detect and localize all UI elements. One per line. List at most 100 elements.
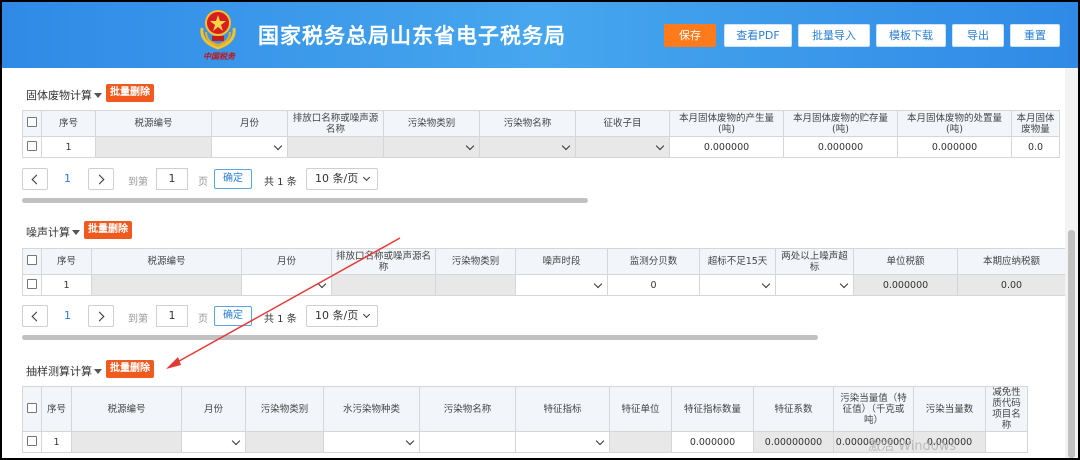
noise-period-select[interactable] [515,274,608,296]
noise-source-cell [331,274,436,296]
col-header: 月份 [241,248,332,275]
chevron-down-icon [273,141,283,151]
col-header: 污染物名称 [419,386,516,432]
row-checkbox[interactable] [22,136,42,158]
page-unit-label: 页 [198,177,208,188]
noise-table: 序号 税源编号 月份 排放口名称或噪声源名称 污染物类别 噪声时段 监测分贝数 … [22,248,1066,296]
pollutant-category-cell [245,431,324,453]
prev-page-button[interactable] [22,168,48,190]
current-page[interactable]: 1 [64,172,71,185]
goto-page-input[interactable]: 1 [156,305,188,327]
section-title-text: 抽样测算计算 [26,365,92,378]
col-header: 污染物类别 [383,110,480,137]
pollutant-category-select[interactable] [383,136,480,158]
site-title: 国家税务总局山东省电子税务局 [258,24,566,48]
checkbox[interactable] [27,435,37,446]
section-title[interactable]: 固体废物计算 [26,87,102,103]
dispose-amount-input[interactable]: 0.000000 [897,136,1012,158]
relief-code-cell[interactable] [985,431,1028,453]
col-header: 水污染物种类 [323,386,420,432]
batch-import-button[interactable]: 批量导入 [798,24,870,47]
section-title[interactable]: 噪声计算 [26,224,80,240]
checkbox[interactable] [27,117,37,127]
chevron-right-icon [94,174,105,185]
horizontal-scrollbar[interactable] [22,335,818,340]
export-button[interactable]: 导出 [952,24,1004,47]
feature-indicator-select[interactable] [515,431,610,453]
select-all-checkbox[interactable] [22,386,42,432]
chevron-down-icon [362,173,371,182]
checkbox[interactable] [27,402,37,413]
chevron-down-icon [362,310,371,319]
noise-section-header: 噪声计算 批量删除 [2,217,1056,243]
month-select[interactable] [241,274,332,296]
page-size-select[interactable]: 10 条/页 [306,305,378,327]
col-header: 序号 [41,386,72,432]
month-select[interactable] [211,136,288,158]
chevron-down-icon [561,141,571,151]
col-header: 本期应纳税额 [957,248,1066,275]
checkbox[interactable] [27,278,37,289]
store-amount-input[interactable]: 0.000000 [783,136,898,158]
tax-source-cell [91,274,242,296]
goto-page-input[interactable]: 1 [156,168,188,190]
batch-delete-button[interactable]: 批量删除 [84,221,132,239]
col-header: 特征单位 [609,386,672,432]
produce-amount-input[interactable]: 0.000000 [669,136,784,158]
checkbox[interactable] [27,255,37,265]
next-page-button[interactable] [88,305,114,327]
chevron-down-icon [839,279,849,289]
solid-waste-table: 序号 税源编号 月份 排放口名称或噪声源名称 污染物类别 污染物名称 征收子目 … [22,110,1060,158]
col-header: 特征指标 [515,386,610,432]
levy-item-select[interactable] [575,136,670,158]
save-button[interactable]: 保存 [664,24,716,47]
horizontal-scrollbar[interactable] [22,198,588,203]
chevron-down-icon [595,436,605,446]
current-page[interactable]: 1 [64,309,71,322]
chevron-down-icon [317,279,327,289]
tax-emblem-icon [200,10,236,50]
exceed-days-select[interactable] [699,274,776,296]
pollutant-name-select[interactable] [479,136,576,158]
total-count: 共 1 条 [264,314,297,325]
select-all-checkbox[interactable] [22,248,42,275]
vertical-scrollbar-thumb[interactable] [1068,230,1075,458]
decibel-input[interactable]: 0 [607,274,700,296]
caret-down-icon [72,230,80,235]
prev-page-button[interactable] [22,305,48,327]
confirm-button[interactable]: 确定 [214,169,252,189]
row-index: 1 [41,431,72,453]
col-header: 两处以上噪声超标 [775,248,854,275]
col-header: 污染当量数 [913,386,986,432]
col-header: 排放口名称或噪声源名称 [331,248,436,275]
row-checkbox[interactable] [22,274,42,296]
col-header: 本月固体废物的贮存量(吨) [783,110,898,137]
col-header: 特征指标数量 [671,386,754,432]
batch-delete-button[interactable]: 批量删除 [106,84,154,102]
water-pollutant-select[interactable] [323,431,420,453]
row-checkbox[interactable] [22,431,42,453]
multi-exceed-select[interactable] [775,274,854,296]
caret-down-icon [94,369,102,374]
pagination: 1 到第 1 页 确定 共 1 条 10 条/页 [22,305,402,327]
col-header: 月份 [181,386,246,432]
batch-delete-button[interactable]: 批量删除 [106,360,154,378]
feature-quantity-input[interactable]: 0.000000 [671,431,754,453]
pollutant-name-cell[interactable] [419,431,516,453]
template-download-button[interactable]: 模板下载 [876,24,946,47]
select-all-checkbox[interactable] [22,110,42,137]
col-header: 特征系数 [753,386,834,432]
view-pdf-button[interactable]: 查看PDF [724,24,792,47]
section-title[interactable]: 抽样测算计算 [26,363,102,379]
last-amount-cell: 0.0 [1011,136,1060,158]
page-size-value: 10 条/页 [315,172,359,185]
reset-button[interactable]: 重置 [1010,24,1060,47]
confirm-button[interactable]: 确定 [214,306,252,326]
month-select[interactable] [181,431,246,453]
next-page-button[interactable] [88,168,114,190]
chevron-right-icon [94,311,105,322]
page-size-select[interactable]: 10 条/页 [306,168,378,190]
section-title-text: 噪声计算 [26,226,70,239]
checkbox[interactable] [27,140,37,151]
row-index: 1 [41,136,96,158]
